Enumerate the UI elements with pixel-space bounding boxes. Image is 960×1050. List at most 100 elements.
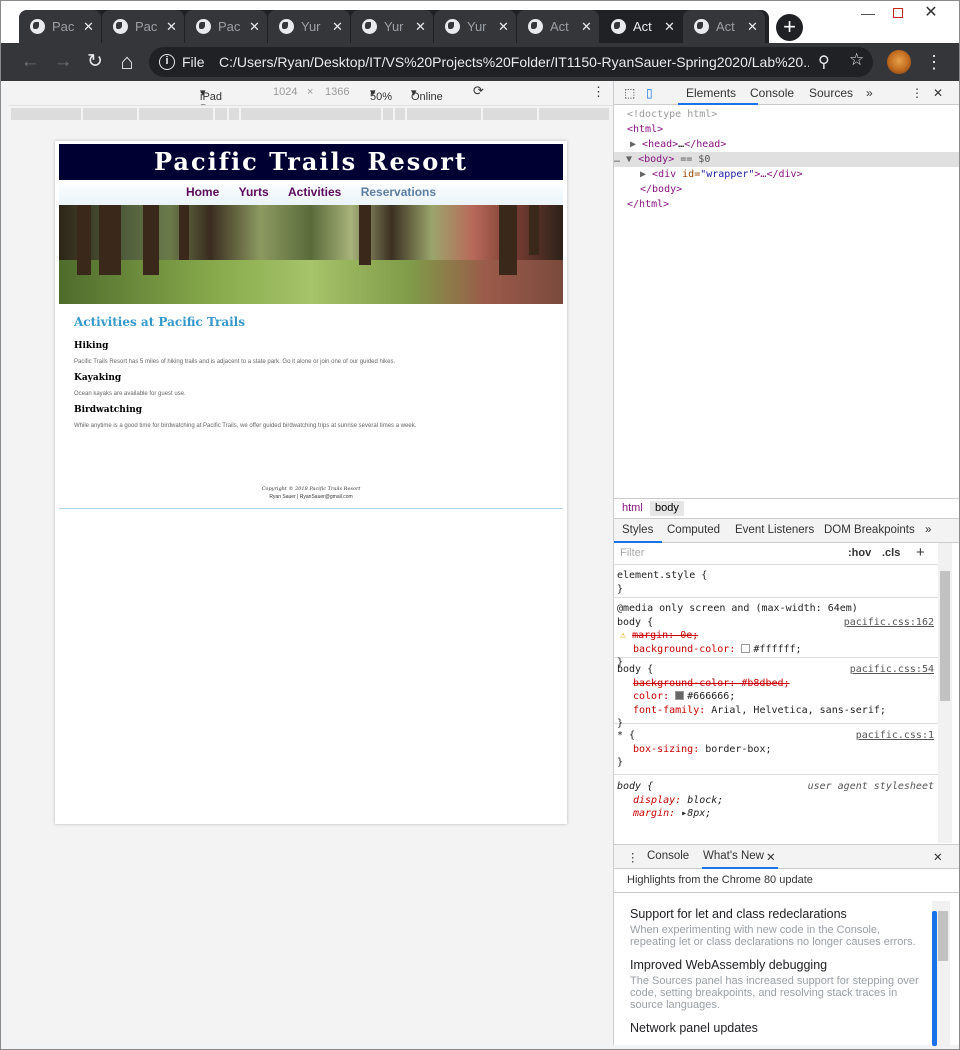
globe-icon: [528, 19, 543, 34]
device-menu-icon[interactable]: ⋮: [592, 84, 605, 100]
dom-doctype: <!doctype html>: [627, 109, 718, 120]
bookmark-star-icon[interactable]: ☆: [849, 50, 864, 70]
new-rule-icon[interactable]: +: [916, 544, 925, 561]
tab-3[interactable]: Pac ✕: [185, 10, 267, 43]
dom-html-close[interactable]: </html>: [627, 197, 669, 212]
styles-filter-input[interactable]: Filter: [620, 547, 644, 559]
zoom-select[interactable]: 50% ▾: [370, 86, 392, 103]
device-height[interactable]: 1366: [325, 86, 349, 98]
list-item[interactable]: Improved WebAssembly debugging The Sourc…: [630, 958, 920, 1011]
list-item[interactable]: Support for let and class redeclarations…: [630, 907, 920, 948]
tab-6[interactable]: Yur ✕: [434, 10, 516, 43]
rotate-icon[interactable]: ⟳: [473, 83, 484, 99]
close-icon[interactable]: ✕: [498, 10, 509, 43]
site-footer: Copyright © 2018 Pacific Trails Resort R…: [59, 486, 563, 509]
maximize-button[interactable]: [883, 1, 913, 27]
devtools-menu-icon[interactable]: ⋮: [911, 86, 923, 100]
device-select[interactable]: iPad Pro ▾: [200, 86, 222, 115]
close-icon[interactable]: ✕: [83, 10, 94, 43]
list-item[interactable]: Network panel updates: [630, 1021, 920, 1035]
dom-div-wrapper[interactable]: ▶ <div id="wrapper">…</div>: [640, 167, 803, 182]
dom-head[interactable]: ▶ <head>…</head>: [630, 137, 726, 152]
tab-9[interactable]: Act ✕: [683, 10, 765, 43]
tab-2[interactable]: Pac ✕: [102, 10, 184, 43]
forward-button[interactable]: →: [50, 49, 76, 75]
styles-scrollbar[interactable]: [938, 543, 952, 843]
devtools-close-icon[interactable]: ✕: [933, 86, 943, 100]
media-query-bar[interactable]: [9, 105, 613, 121]
minimize-button[interactable]: —: [853, 1, 883, 27]
tab-dom-breakpoints[interactable]: DOM Breakpoints: [824, 524, 915, 536]
tab-elements[interactable]: Elements: [686, 86, 736, 100]
tab-event-listeners[interactable]: Event Listeners: [735, 524, 814, 536]
close-icon[interactable]: ✕: [747, 10, 758, 43]
section-heading: Birdwatching: [74, 405, 143, 415]
rule-universal[interactable]: * {pacific.css:1 box-sizing: border-box;…: [614, 724, 938, 775]
nav-activities-link[interactable]: Activities: [288, 185, 341, 199]
hov-toggle[interactable]: :hov: [848, 547, 871, 559]
tab-1[interactable]: Pac ✕: [19, 10, 101, 43]
tab-sources[interactable]: Sources: [809, 86, 853, 100]
drawer-tab-console[interactable]: Console: [647, 850, 689, 862]
dom-html[interactable]: <html>: [627, 122, 663, 137]
rule-media-body[interactable]: @media only screen and (max-width: 64em)…: [614, 598, 938, 668]
rule-element-style[interactable]: element.style { }: [614, 565, 938, 598]
source-link[interactable]: pacific.css:54: [850, 663, 934, 677]
zoom-icon[interactable]: ⚲: [818, 52, 830, 72]
close-icon[interactable]: ✕: [249, 10, 260, 43]
devtools-panel: ⬚ ▯ Elements Console Sources » ⋮ ✕ <!doc…: [613, 81, 959, 1047]
close-icon[interactable]: ✕: [332, 10, 343, 43]
device-toggle-icon[interactable]: ▯: [646, 86, 653, 100]
close-icon[interactable]: ✕: [166, 10, 177, 43]
nav-yurts-link[interactable]: Yurts: [239, 185, 269, 199]
whats-new-scrollbar[interactable]: [932, 901, 950, 1047]
reload-button[interactable]: ↻: [82, 49, 108, 75]
new-tab-button[interactable]: +: [776, 14, 803, 41]
footer-email: Ryan Sauer | RyanSauer@gmail.com: [269, 494, 353, 500]
crumb-body[interactable]: body: [650, 501, 684, 516]
tab-computed[interactable]: Computed: [667, 524, 720, 536]
dom-body-close[interactable]: </body>: [640, 182, 682, 197]
address-bar[interactable]: i File C:/Users/Ryan/Desktop/IT/VS%20Pro…: [149, 47, 873, 77]
tab-5[interactable]: Yur ✕: [351, 10, 433, 43]
tab-7[interactable]: Act ✕: [517, 10, 599, 43]
nav-reservations-link[interactable]: Reservations: [361, 185, 436, 199]
close-icon[interactable]: ✕: [664, 10, 675, 43]
nav-home-link[interactable]: Home: [186, 185, 219, 199]
browser-window: Pac ✕ Pac ✕ Pac ✕ Yur ✕ Yur ✕ Yur ✕ Act ✕ Act ✕ …: [0, 0, 960, 1050]
window-close-button[interactable]: ✕: [916, 1, 946, 27]
dimension-times: ×: [307, 86, 314, 98]
device-width[interactable]: 1024: [273, 86, 297, 98]
section-text: While anytime is a good time for birdwat…: [74, 423, 417, 429]
more-styles-tabs-icon[interactable]: »: [925, 524, 931, 536]
drawer-menu-icon[interactable]: ⋮: [627, 850, 639, 864]
dom-body[interactable]: … ▼ <body> == $0: [614, 152, 710, 167]
tab-4[interactable]: Yur ✕: [268, 10, 350, 43]
source-link[interactable]: pacific.css:162: [844, 616, 934, 630]
globe-icon: [30, 19, 45, 34]
tab-console[interactable]: Console: [750, 86, 794, 100]
footer-copyright: Copyright © 2018 Pacific Trails Resort: [261, 486, 361, 492]
info-icon[interactable]: i: [159, 54, 175, 70]
home-button[interactable]: ⌂: [114, 49, 140, 75]
close-icon[interactable]: ✕: [766, 850, 776, 864]
close-icon[interactable]: ✕: [581, 10, 592, 43]
dom-tree[interactable]: <!doctype html> <html> ▶ <head>…</head> …: [614, 105, 959, 497]
rule-user-agent[interactable]: body {user agent stylesheet display: blo…: [614, 775, 938, 844]
rule-body[interactable]: body {pacific.css:54 background-color: #…: [614, 658, 938, 729]
tab-styles[interactable]: Styles: [622, 524, 653, 536]
cls-toggle[interactable]: .cls: [882, 547, 900, 559]
url-text[interactable]: C:/Users/Ryan/Desktop/IT/VS%20Projects%2…: [219, 47, 809, 77]
back-button[interactable]: ←: [17, 49, 43, 75]
tab-8-active[interactable]: Act ✕: [600, 10, 682, 43]
close-icon[interactable]: ✕: [415, 10, 426, 43]
drawer-close-icon[interactable]: ✕: [933, 850, 943, 864]
profile-avatar[interactable]: [887, 50, 911, 74]
more-tabs-icon[interactable]: »: [866, 86, 873, 100]
inspect-icon[interactable]: ⬚: [624, 86, 635, 100]
crumb-html[interactable]: html: [622, 502, 643, 514]
network-select[interactable]: Online ▾: [411, 86, 443, 103]
source-link[interactable]: pacific.css:1: [856, 729, 934, 743]
browser-menu-icon[interactable]: ⋮: [925, 49, 943, 75]
drawer-tab-whats-new[interactable]: What's New: [703, 850, 764, 862]
